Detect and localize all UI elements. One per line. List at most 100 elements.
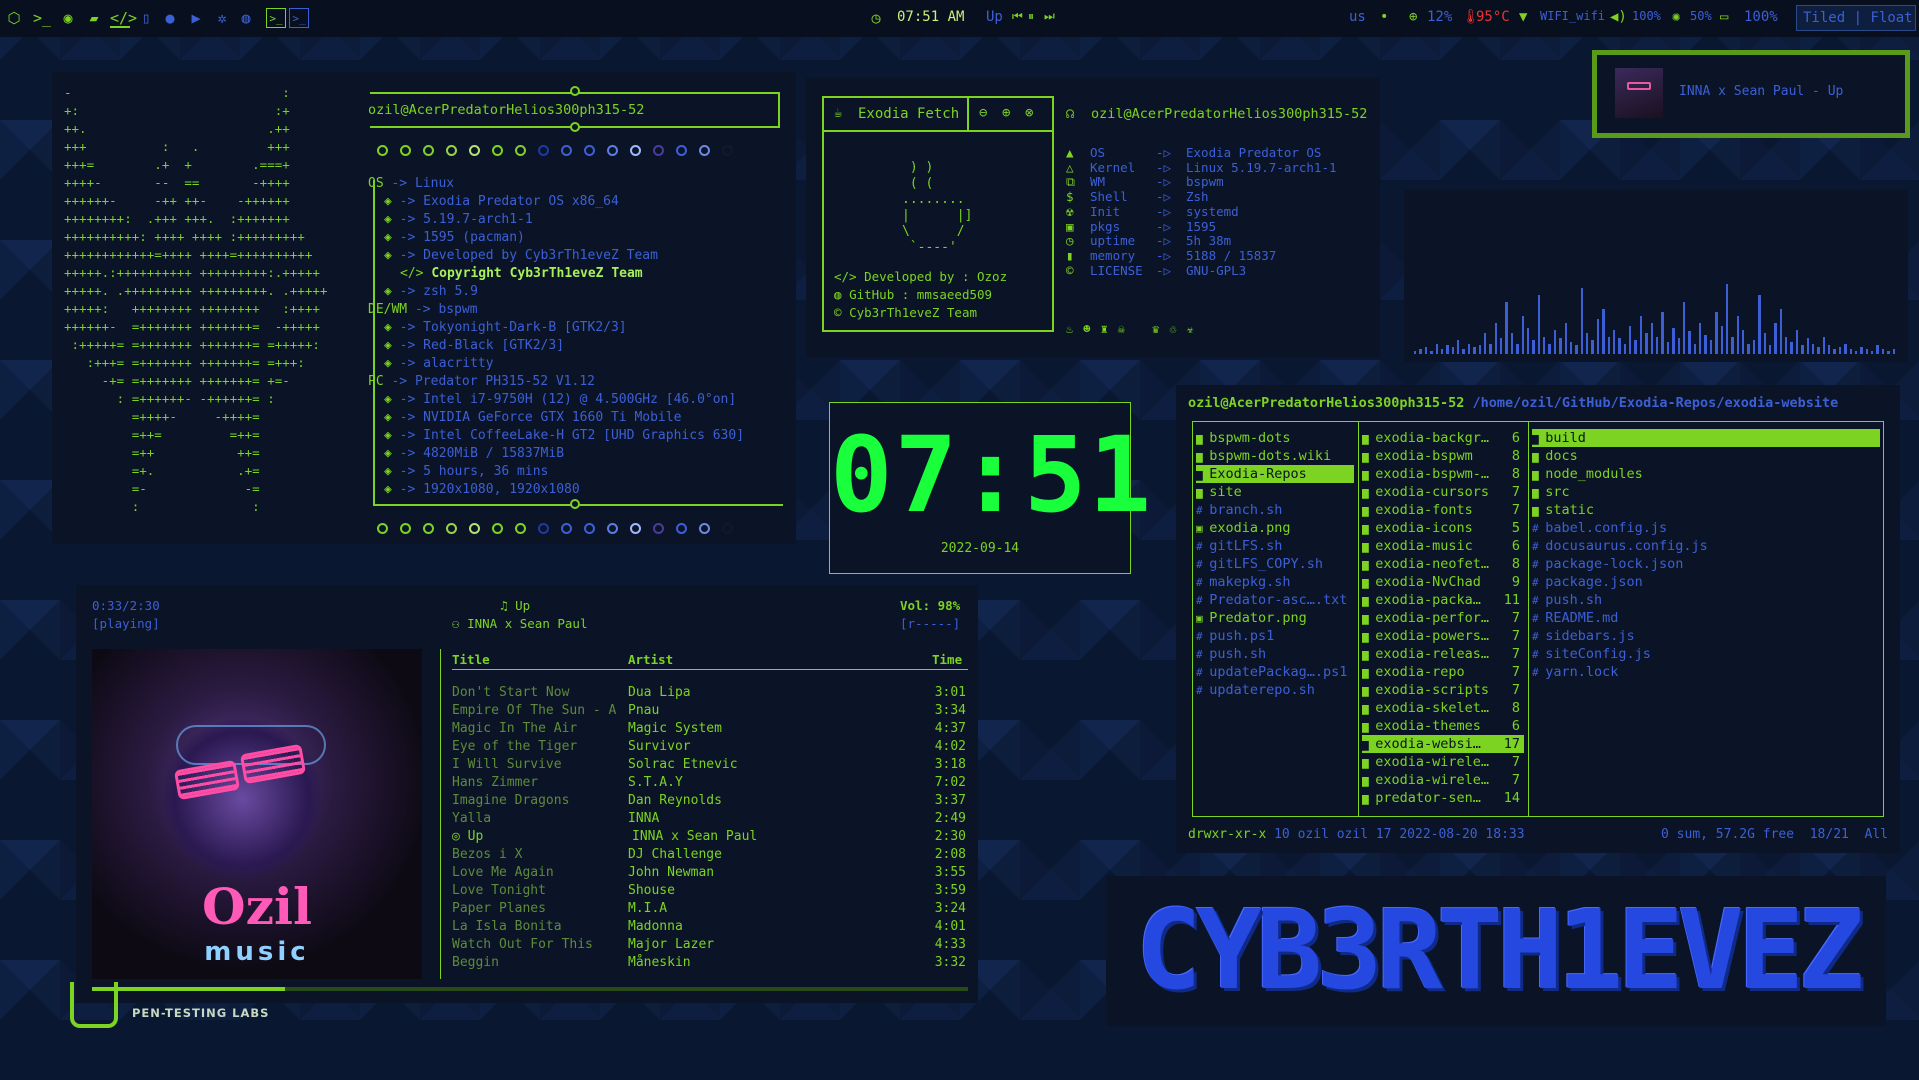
- ranger-item[interactable]: ▆ exodia-bspwm-… 8: [1362, 465, 1524, 483]
- ranger-item[interactable]: ▣ exodia.png: [1196, 519, 1354, 537]
- terminal-active-icon[interactable]: >_: [266, 8, 286, 28]
- ranger-item[interactable]: ▆ site: [1196, 483, 1354, 501]
- song-row[interactable]: Love Me Again John Newman 3:55: [452, 865, 968, 883]
- close-icon[interactable]: ⊗: [1025, 105, 1033, 121]
- ranger-item[interactable]: # push.sh: [1196, 645, 1354, 663]
- ranger-item[interactable]: ▆ Exodia-Repos: [1196, 465, 1354, 483]
- song-row[interactable]: Empire Of The Sun - A Pnau 3:34: [452, 703, 968, 721]
- ranger-item[interactable]: # makepkg.sh: [1196, 573, 1354, 591]
- ranger-item[interactable]: ▆ exodia-music 6: [1362, 537, 1524, 555]
- ranger-item[interactable]: # README.md: [1532, 609, 1880, 627]
- ranger-item[interactable]: ▆ build: [1532, 429, 1880, 447]
- exodia-logo-icon[interactable]: ⬡: [4, 8, 24, 28]
- ranger-item[interactable]: ▆ static: [1532, 501, 1880, 519]
- song-row[interactable]: Paper Planes M.I.A 3:24: [452, 901, 968, 919]
- ranger-item[interactable]: ▆ exodia-bspwm 8: [1362, 447, 1524, 465]
- neofetch-window[interactable]: - : +: :+ ++. .++ +++ : . +++ +++= .+ + .===…: [52, 72, 796, 544]
- ranger-item[interactable]: ▆ exodia-websi… 17: [1362, 735, 1524, 753]
- ranger-item[interactable]: ▆ exodia-icons 5: [1362, 519, 1524, 537]
- song-row[interactable]: ◎ Up INNA x Sean Paul 2:30: [452, 829, 968, 847]
- ranger-item[interactable]: ▆ docs: [1532, 447, 1880, 465]
- youtube-icon[interactable]: ▶: [186, 8, 206, 28]
- ranger-item[interactable]: # gitLFS.sh: [1196, 537, 1354, 555]
- ranger-item[interactable]: ▆ src: [1532, 483, 1880, 501]
- ranger-item[interactable]: # updaterepo.sh: [1196, 681, 1354, 699]
- layout-tiled-button[interactable]: Tiled: [1803, 10, 1845, 26]
- song-row[interactable]: Don't Start Now Dua Lipa 3:01: [452, 685, 968, 703]
- ranger-item[interactable]: ▆ exodia-perfor… 7: [1362, 609, 1524, 627]
- firefox-icon[interactable]: ◉: [58, 8, 78, 28]
- song-row[interactable]: Hans Zimmer S.T.A.Y 7:02: [452, 775, 968, 793]
- ranger-item[interactable]: ▆ exodia-NvChad 9: [1362, 573, 1524, 591]
- ranger-item[interactable]: ▆ exodia-neofet… 8: [1362, 555, 1524, 573]
- ranger-item[interactable]: ▆ node_modules: [1532, 465, 1880, 483]
- ranger-item[interactable]: # yarn.lock: [1532, 663, 1880, 681]
- terminal-active-icon-2[interactable]: >_: [289, 8, 309, 28]
- next-track-icon[interactable]: ⏭: [1044, 9, 1055, 24]
- brightness-level[interactable]: 50%: [1690, 9, 1712, 23]
- prev-track-icon[interactable]: ⏮: [1012, 9, 1023, 24]
- minimize-icon[interactable]: ⊖: [979, 105, 987, 121]
- ranger-item[interactable]: # siteConfig.js: [1532, 645, 1880, 663]
- ranger-item[interactable]: # babel.config.js: [1532, 519, 1880, 537]
- gear-icon[interactable]: ✲: [212, 8, 232, 28]
- ranger-item[interactable]: # package.json: [1532, 573, 1880, 591]
- progress-track[interactable]: [92, 987, 968, 991]
- ranger-item[interactable]: ▆ exodia-releas… 7: [1362, 645, 1524, 663]
- ranger-item[interactable]: # updatePackag….ps1: [1196, 663, 1354, 681]
- ranger-item[interactable]: ▆ exodia-packa… 11: [1362, 591, 1524, 609]
- song-row[interactable]: Love Tonight Shouse 3:59: [452, 883, 968, 901]
- wifi-name[interactable]: WIFI_wifi: [1540, 9, 1605, 23]
- song-row[interactable]: Bezos i X DJ Challenge 2:08: [452, 847, 968, 865]
- ascii-line: :+++++= =+++++++ +++++++= =+++++:: [64, 337, 320, 352]
- ranger-item[interactable]: ▆ exodia-wirele… 7: [1362, 753, 1524, 771]
- wifi-icon[interactable]: ▼: [1519, 9, 1527, 25]
- ranger-window[interactable]: ozil@AcerPredatorHelios300ph315-52 /home…: [1176, 385, 1900, 853]
- ranger-item[interactable]: ▆ exodia-backgr… 6: [1362, 429, 1524, 447]
- ranger-item[interactable]: # branch.sh: [1196, 501, 1354, 519]
- song-row[interactable]: Imagine Dragons Dan Reynolds 3:37: [452, 793, 968, 811]
- song-row[interactable]: Watch Out For This Major Lazer 4:33: [452, 937, 968, 955]
- music-player-window[interactable]: 0:33/2:30 [playing] ♫ Up ⚇ INNA x Sean P…: [76, 585, 978, 1003]
- song-row[interactable]: Beggin Måneskin 3:32: [452, 955, 968, 973]
- ranger-item[interactable]: # push.ps1: [1196, 627, 1354, 645]
- vscode-icon[interactable]: ▯: [136, 8, 156, 28]
- song-row[interactable]: I Will Survive Solrac Etnevic 3:18: [452, 757, 968, 775]
- volume-icon[interactable]: ◀): [1610, 9, 1627, 25]
- layout-float-button[interactable]: Float: [1870, 10, 1912, 26]
- ranger-item[interactable]: ▣ Predator.png: [1196, 609, 1354, 627]
- code-icon[interactable]: </>: [110, 8, 137, 28]
- ranger-item[interactable]: ▆ exodia-fonts 7: [1362, 501, 1524, 519]
- ranger-item[interactable]: ▆ bspwm-dots.wiki: [1196, 447, 1354, 465]
- song-row[interactable]: Eye of the Tiger Survivor 4:02: [452, 739, 968, 757]
- ranger-item[interactable]: ▆ exodia-cursors 7: [1362, 483, 1524, 501]
- ranger-item[interactable]: # sidebars.js: [1532, 627, 1880, 645]
- ranger-item[interactable]: # package-lock.json: [1532, 555, 1880, 573]
- ranger-item[interactable]: ▆ predator-sen… 14: [1362, 789, 1524, 807]
- ranger-item[interactable]: ▆ exodia-scripts 7: [1362, 681, 1524, 699]
- ranger-item[interactable]: # gitLFS_COPY.sh: [1196, 555, 1354, 573]
- ranger-item[interactable]: ▆ bspwm-dots: [1196, 429, 1354, 447]
- volume-level[interactable]: 100%: [1632, 9, 1661, 23]
- ranger-item[interactable]: ▆ exodia-repo 7: [1362, 663, 1524, 681]
- song-row[interactable]: Yalla INNA 2:49: [452, 811, 968, 829]
- chat-icon[interactable]: ●: [160, 8, 180, 28]
- keyboard-layout[interactable]: us: [1349, 9, 1366, 25]
- ranger-item[interactable]: ▆ exodia-skelet… 8: [1362, 699, 1524, 717]
- ranger-item[interactable]: ▆ exodia-themes 6: [1362, 717, 1524, 735]
- song-row[interactable]: La Isla Bonita Madonna 4:01: [452, 919, 968, 937]
- ranger-item[interactable]: # push.sh: [1532, 591, 1880, 609]
- ranger-item[interactable]: ▆ exodia-powers… 7: [1362, 627, 1524, 645]
- brightness-icon[interactable]: ✺: [1672, 9, 1680, 25]
- ranger-item[interactable]: ▆ exodia-wirele… 7: [1362, 771, 1524, 789]
- ranger-item[interactable]: # Predator-asc….txt: [1196, 591, 1354, 609]
- now-playing-popup[interactable]: INNA x Sean Paul - Up: [1592, 50, 1910, 138]
- github-icon[interactable]: ◍: [236, 8, 256, 28]
- maximize-icon[interactable]: ⊕: [1002, 105, 1010, 121]
- folder-icon[interactable]: ▰: [84, 8, 104, 28]
- ranger-item[interactable]: # docusaurus.config.js: [1532, 537, 1880, 555]
- terminal-icon[interactable]: >_: [32, 8, 52, 28]
- pause-icon[interactable]: ⏸: [1028, 9, 1034, 24]
- exodia-fetch-window[interactable]: ☕︎ Exodia Fetch ⊖ ⊕ ⊗ ) ) ( (........ | |…: [806, 78, 1380, 358]
- song-row[interactable]: Magic In The Air Magic System 4:37: [452, 721, 968, 739]
